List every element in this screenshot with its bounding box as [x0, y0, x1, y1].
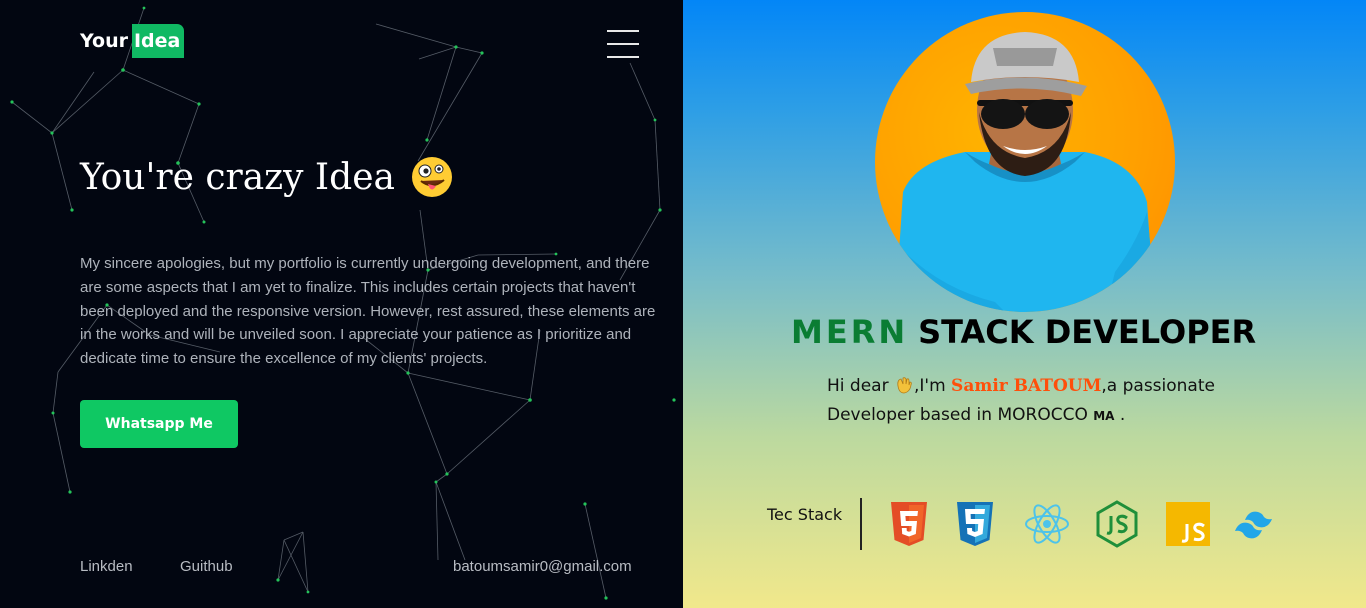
intro-end: . [1119, 405, 1126, 425]
nodejs-icon[interactable] [1093, 500, 1141, 548]
brand-logo[interactable]: Your Idea [80, 24, 185, 58]
tailwind-icon[interactable] [1233, 500, 1281, 548]
linkedin-link[interactable]: Linkden [80, 558, 133, 575]
whatsapp-button[interactable]: Whatsapp Me [80, 400, 238, 448]
country-code: MA [1093, 409, 1115, 423]
role-highlight: MERN [791, 313, 909, 351]
left-panel: Your Idea You're crazy Idea My sincere a… [0, 0, 683, 608]
html5-icon[interactable] [885, 500, 933, 548]
hero-title-text: You're crazy Idea [80, 156, 395, 198]
email-link[interactable]: batoumsamir0@gmail.com [453, 558, 632, 575]
github-link[interactable]: Guithub [180, 558, 233, 575]
intro-im: ,I'm [913, 376, 946, 396]
burger-line [607, 43, 639, 45]
hero-title: You're crazy Idea [80, 156, 453, 198]
person-photo-illustration [885, 32, 1157, 312]
logo-text-your: Your [80, 30, 128, 52]
profile-avatar [875, 12, 1175, 312]
burger-line [607, 30, 639, 32]
role-title: MERN STACK DEVELOPER [791, 313, 1256, 351]
hero-description: My sincere apologies, but my portfolio i… [80, 255, 656, 368]
burger-line [607, 56, 639, 58]
javascript-icon[interactable] [1165, 500, 1213, 548]
zany-face-emoji-icon [411, 157, 452, 197]
logo-text-idea: Idea [131, 24, 185, 58]
role-rest: STACK DEVELOPER [918, 313, 1257, 351]
react-icon[interactable] [1023, 500, 1071, 548]
css3-icon[interactable] [951, 500, 999, 548]
intro-prefix: Hi dear [827, 376, 889, 396]
hamburger-menu-icon[interactable] [607, 30, 639, 58]
developer-name: Samir BATOUM [951, 376, 1102, 396]
waving-hand-icon [897, 377, 912, 394]
right-panel: MERN STACK DEVELOPER Hi dear ,I'm Samir B… [683, 0, 1366, 608]
tec-stack-divider [860, 498, 862, 550]
intro-text: Hi dear ,I'm Samir BATOUM,a passionate D… [827, 372, 1247, 431]
tec-stack-label: Tec Stack [767, 505, 843, 524]
